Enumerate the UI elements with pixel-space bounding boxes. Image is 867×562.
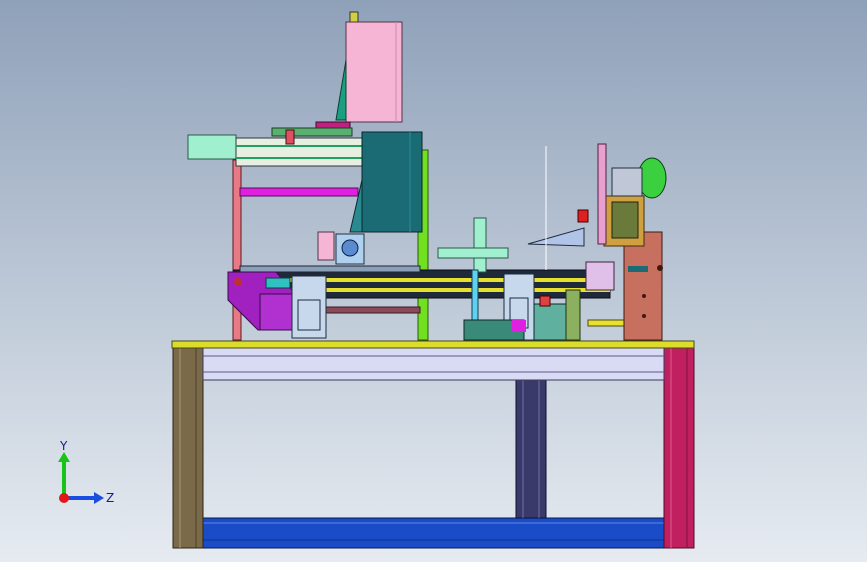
top-cylinder-assembly <box>271 11 403 137</box>
y-axis-arrow <box>58 452 70 462</box>
cad-viewport[interactable]: Y Z <box>0 0 867 562</box>
upper-rail <box>202 347 665 381</box>
right-head-assembly <box>577 143 667 341</box>
center-post <box>515 379 547 519</box>
origin-dot <box>59 493 69 503</box>
machine-assembly-drawing[interactable] <box>0 0 867 562</box>
left-leg <box>172 346 204 549</box>
z-axis-arrow <box>94 492 104 504</box>
right-leg <box>663 346 695 549</box>
coordinate-triad: Y Z <box>58 439 114 505</box>
z-axis-label: Z <box>106 491 114 505</box>
y-axis-label: Y <box>59 439 68 453</box>
table-frame <box>171 340 695 549</box>
table-top <box>171 340 695 349</box>
